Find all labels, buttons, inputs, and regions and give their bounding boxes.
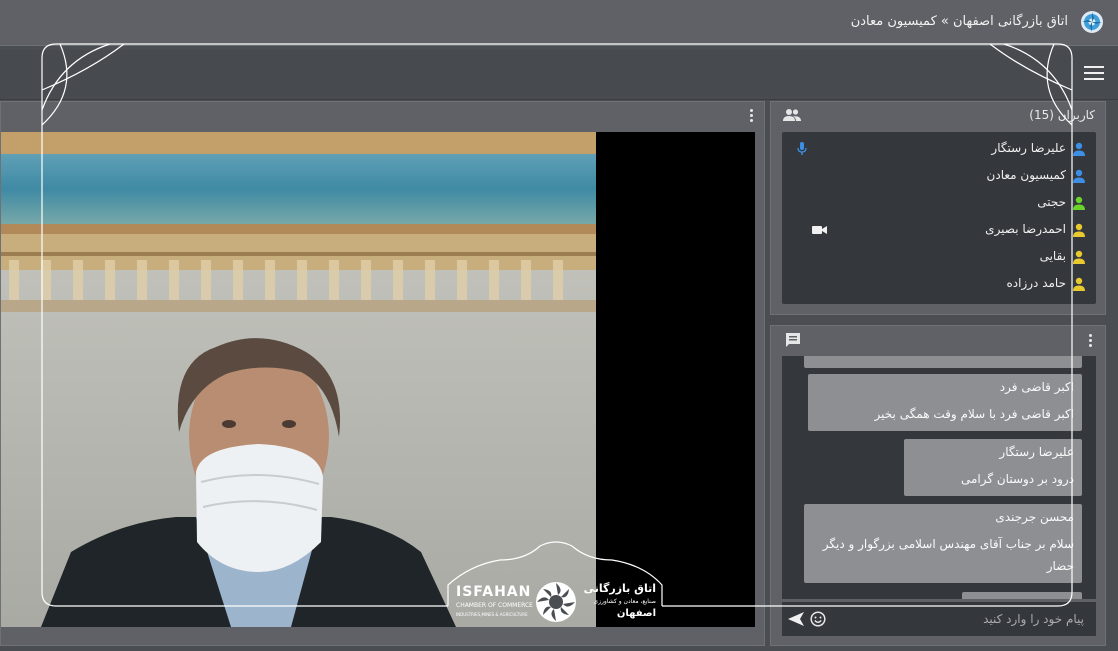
chat-message: علیرضا رستگار درود بر دوستان گرامی xyxy=(904,439,1082,496)
brand-fa-city: اصفهان xyxy=(616,608,656,619)
chamber-logo: ISFAHAN CHAMBER OF COMMERCE INDUSTRIES,M… xyxy=(450,580,660,626)
user-name: احمدرضا بصیری xyxy=(985,222,1066,236)
webcam-frame-image xyxy=(1,132,596,627)
chat-messages: اکبر قاضی فرد اکبر قاضی فرد با سلام وقت ه… xyxy=(782,356,1096,599)
video-panel xyxy=(0,101,765,646)
chat-sender: اکبر قاضی فرد xyxy=(999,380,1074,394)
chat-bubble-truncated xyxy=(962,592,1082,599)
chat-text: درود بر دوستان گرامی xyxy=(960,472,1074,486)
users-header: کاربران (15) xyxy=(1029,108,1095,122)
users-panel: کاربران (15) علیرضا رستگار کمیسیون معادن ح… xyxy=(770,101,1106,315)
hamburger-menu-icon[interactable] xyxy=(1084,66,1104,82)
camera-icon[interactable] xyxy=(812,223,828,237)
user-row[interactable]: حجتی xyxy=(782,190,1096,216)
user-icon xyxy=(1073,250,1085,264)
user-name: بقایی xyxy=(1039,249,1066,263)
user-name: حامد درزاده xyxy=(1006,276,1066,290)
user-name: حجتی xyxy=(1037,195,1066,209)
chat-text: اکبر قاضی فرد با سلام وقت همگی بخیر xyxy=(874,407,1074,421)
chat-message: اکبر قاضی فرد اکبر قاضی فرد با سلام وقت ه… xyxy=(808,374,1082,431)
brand-fa-sub: صنایع، معادن و کشاورزی xyxy=(593,598,656,605)
chat-message-input[interactable] xyxy=(836,602,1096,636)
chat-input-bar xyxy=(782,602,1096,636)
brand-en-sub2: INDUSTRIES,MINES & AGRICULTURE xyxy=(456,612,528,617)
chat-icon[interactable] xyxy=(785,332,801,348)
user-row[interactable]: علیرضا رستگار xyxy=(782,136,1096,162)
toolbar xyxy=(0,50,1118,100)
user-row[interactable]: کمیسیون معادن xyxy=(782,163,1096,189)
chat-sender: علیرضا رستگار xyxy=(999,445,1074,459)
title-bar: اتاق بازرگانی اصفهان » کمیسیون معادن xyxy=(0,0,1118,46)
app-logo-icon xyxy=(1081,11,1103,33)
user-row[interactable]: حامد درزاده xyxy=(782,271,1096,297)
user-name: کمیسیون معادن xyxy=(986,168,1066,182)
video-sidebar-black xyxy=(596,132,755,627)
page-title: اتاق بازرگانی اصفهان » کمیسیون معادن xyxy=(850,14,1068,29)
brand-en-name: ISFAHAN xyxy=(456,584,532,600)
user-icon xyxy=(1073,142,1085,156)
user-name: علیرضا رستگار xyxy=(991,141,1066,155)
chamber-emblem-icon xyxy=(536,582,576,622)
chat-sender: محسن جرجندی xyxy=(995,510,1074,524)
video-options-icon[interactable] xyxy=(750,109,754,123)
chat-panel: اکبر قاضی فرد اکبر قاضی فرد با سلام وقت ه… xyxy=(770,325,1106,646)
chat-message: محسن جرجندی سلام بر جناب آقای مهندس اسلام… xyxy=(804,504,1082,583)
user-list: علیرضا رستگار کمیسیون معادن حجتی احمدرضا بص… xyxy=(782,132,1096,304)
user-row[interactable]: احمدرضا بصیری xyxy=(782,217,1096,243)
user-icon xyxy=(1073,196,1085,210)
people-icon[interactable] xyxy=(783,108,801,122)
brand-fa-name: اتاق بازرگانی xyxy=(583,582,656,595)
emoji-icon[interactable] xyxy=(810,611,826,627)
send-icon[interactable] xyxy=(788,612,804,626)
user-row[interactable]: بقایی xyxy=(782,244,1096,270)
microphone-icon[interactable] xyxy=(794,142,810,156)
webcam-video xyxy=(1,132,596,627)
brand-en-sub: CHAMBER OF COMMERCE xyxy=(456,602,533,609)
user-icon xyxy=(1073,169,1085,183)
user-icon xyxy=(1073,223,1085,237)
user-icon xyxy=(1073,277,1085,291)
chat-text: سلام بر جناب آقای مهندس اسلامی بزرگوار و… xyxy=(822,537,1074,573)
chat-options-icon[interactable] xyxy=(1089,334,1093,348)
chat-bubble-truncated xyxy=(804,356,1082,368)
